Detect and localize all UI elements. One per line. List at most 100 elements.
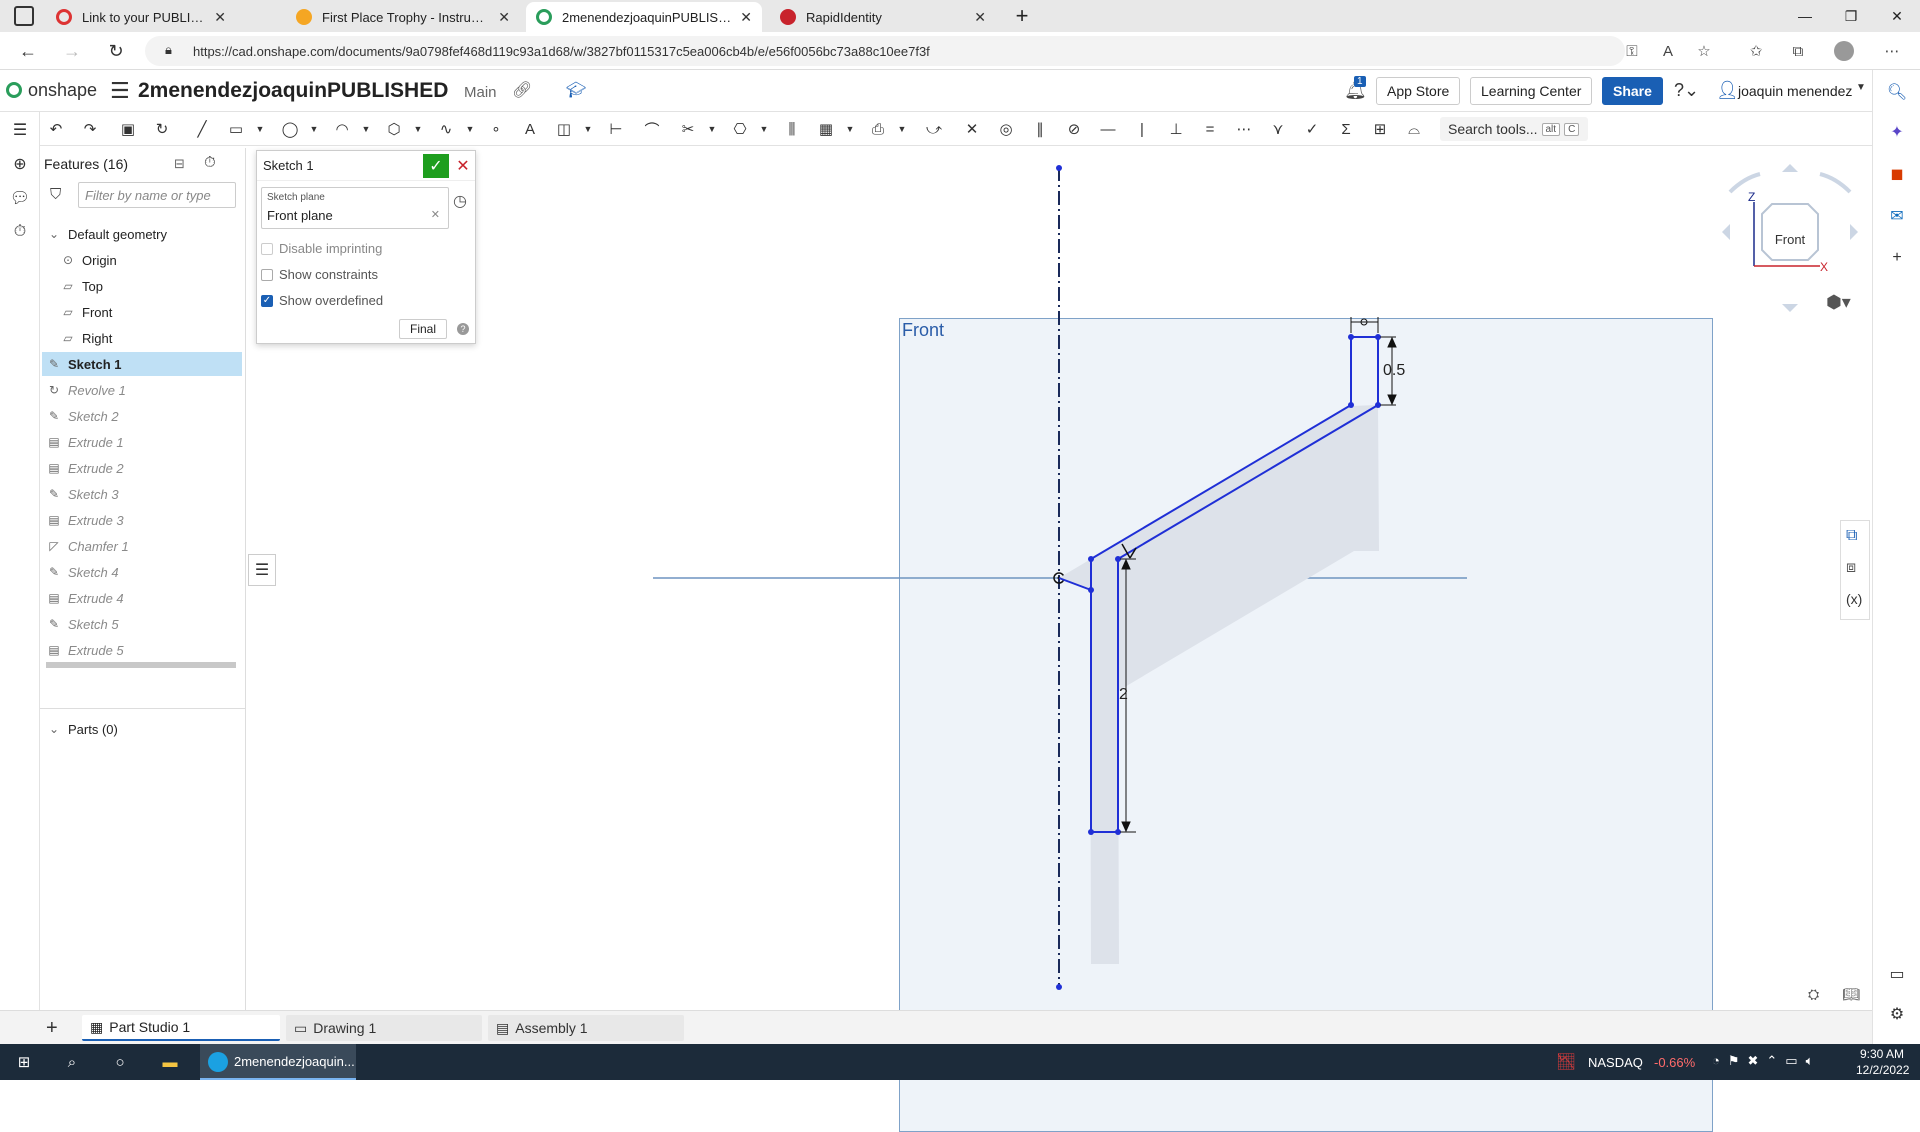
- more-menu-icon[interactable]: ⋯: [1880, 40, 1904, 62]
- pierce-constraint-icon[interactable]: ✓: [1300, 118, 1324, 140]
- user-avatar-icon[interactable]: 👤︎: [1716, 80, 1739, 101]
- sketch-profile-fill[interactable]: [1059, 405, 1379, 964]
- feature-item-sketch-5[interactable]: ✎ Sketch 5: [46, 612, 246, 636]
- branch-label[interactable]: Main: [464, 84, 497, 101]
- fillet-tool-icon[interactable]: ⌒: [640, 118, 664, 140]
- forward-icon[interactable]: →: [58, 38, 86, 64]
- panel-toggle-icon[interactable]: ☰: [248, 554, 276, 586]
- use-tool-icon[interactable]: ↻: [150, 118, 174, 140]
- construction-tool-icon[interactable]: ◫: [552, 118, 576, 140]
- timer-icon[interactable]: ⏱︎: [204, 154, 216, 171]
- dropdown-icon[interactable]: ▼: [302, 118, 326, 140]
- dropdown-icon[interactable]: ▼: [248, 118, 272, 140]
- redo-icon[interactable]: ↷: [78, 118, 102, 140]
- office-icon[interactable]: ◼: [1885, 162, 1909, 186]
- perpendicular-constraint-icon[interactable]: ⊥: [1164, 118, 1188, 140]
- user-name[interactable]: joaquin menendez: [1738, 83, 1852, 99]
- minimize-icon[interactable]: —: [1782, 0, 1828, 32]
- tab-part-studio-1[interactable]: ▦ Part Studio 1: [82, 1015, 280, 1041]
- sparkle-icon[interactable]: ✦: [1885, 120, 1909, 144]
- undo-icon[interactable]: ↶: [44, 118, 68, 140]
- new-tab-icon[interactable]: +: [1010, 3, 1034, 28]
- vertical-constraint-icon[interactable]: |: [1130, 118, 1154, 140]
- file-explorer-icon[interactable]: ▬: [156, 1050, 184, 1074]
- tab-actions-icon[interactable]: [14, 6, 34, 26]
- dimension-top-width[interactable]: [1350, 317, 1379, 333]
- midpoint-constraint-icon[interactable]: ⋯: [1232, 118, 1256, 140]
- sketch-plane-field[interactable]: Sketch plane Front plane ✕: [261, 187, 449, 229]
- checkbox-box[interactable]: [261, 242, 273, 255]
- browser-tab-2[interactable]: First Place Trophy - Instructables ✕: [286, 2, 520, 32]
- symmetric-constraint-icon[interactable]: Σ: [1334, 118, 1358, 140]
- graphics-viewport[interactable]: Front 0.5 2: [246, 146, 1872, 1132]
- add-sidebar-icon[interactable]: +: [1885, 246, 1909, 270]
- feature-item-sketch-1[interactable]: ✎ Sketch 1: [42, 352, 242, 376]
- view-cube-face-label[interactable]: Front: [1766, 232, 1814, 247]
- transform-tool-icon[interactable]: ⤻: [922, 118, 946, 140]
- tab-drawing-1[interactable]: ▭ Drawing 1: [286, 1015, 482, 1041]
- dropdown-icon[interactable]: ▼: [576, 118, 600, 140]
- profile-avatar[interactable]: [1832, 40, 1856, 62]
- hamburger-menu-icon[interactable]: ☰: [110, 78, 130, 104]
- favorites-icon[interactable]: ✩: [1744, 40, 1768, 62]
- cortana-icon[interactable]: ○: [106, 1050, 134, 1074]
- rectangle-tool-icon[interactable]: ▭: [224, 118, 248, 140]
- checkbox-box[interactable]: [261, 268, 273, 281]
- share-button[interactable]: Share: [1602, 77, 1663, 105]
- sketch-tool-icon[interactable]: ▣: [116, 118, 140, 140]
- feature-item-origin[interactable]: ⊙ Origin: [60, 248, 260, 272]
- trim-tool-icon[interactable]: ✂: [676, 118, 700, 140]
- tangent-constraint-icon[interactable]: ⊘: [1062, 118, 1086, 140]
- view-options-cube-icon[interactable]: ⬢▾: [1826, 292, 1851, 313]
- clock-date[interactable]: 12/2/2022: [1856, 1063, 1909, 1077]
- feature-list-icon[interactable]: ☰: [8, 118, 32, 142]
- variables-icon[interactable]: (x): [1846, 591, 1862, 607]
- taskbar-search-icon[interactable]: ⌕: [58, 1050, 86, 1074]
- restore-icon[interactable]: ❐: [1828, 0, 1874, 32]
- filter-input[interactable]: Filter by name or type: [78, 182, 236, 208]
- favorite-star-icon[interactable]: ☆: [1692, 40, 1716, 62]
- collections-icon[interactable]: ⧉: [1786, 40, 1810, 62]
- concentric-constraint-icon[interactable]: ◎: [994, 118, 1018, 140]
- parallel-constraint-icon[interactable]: ∥: [1028, 118, 1052, 140]
- help-icon[interactable]: ?⌄: [1674, 80, 1699, 101]
- point-tool-icon[interactable]: ∘: [484, 118, 508, 140]
- feature-item-sketch-2[interactable]: ✎ Sketch 2: [46, 404, 246, 428]
- view-cube[interactable]: Front Z X: [1720, 162, 1860, 312]
- show-constraints-checkbox[interactable]: Show constraints: [261, 267, 378, 282]
- tray-icons[interactable]: ◔⚑✖⌃▭🔈︎: [1712, 1053, 1821, 1069]
- chevron-down-icon[interactable]: ⌄: [46, 722, 62, 736]
- learning-center-button[interactable]: Learning Center: [1470, 77, 1593, 105]
- show-overdefined-checkbox[interactable]: ✓ Show overdefined: [261, 293, 383, 308]
- browser-tab-4[interactable]: RapidIdentity ✕: [770, 2, 996, 32]
- dropdown-icon[interactable]: ▼: [354, 118, 378, 140]
- add-tab-icon[interactable]: +: [46, 1017, 58, 1040]
- feature-item-extrude-1[interactable]: ▤ Extrude 1: [46, 430, 246, 454]
- dropdown-icon[interactable]: ▼: [406, 118, 430, 140]
- sidebar-toggle-icon[interactable]: ▭: [1885, 962, 1909, 986]
- outlook-icon[interactable]: ✉: [1885, 204, 1909, 228]
- document-title[interactable]: 2menendezjoaquinPUBLISHED: [138, 79, 448, 103]
- checkbox-checked-icon[interactable]: ✓: [261, 294, 273, 307]
- parts-group[interactable]: ⌄ Parts (0): [46, 717, 246, 741]
- feature-item-sketch-3[interactable]: ✎ Sketch 3: [46, 482, 246, 506]
- close-tab-icon[interactable]: ✕: [498, 9, 510, 26]
- dropdown-icon[interactable]: ▼: [838, 118, 862, 140]
- feature-item-extrude-2[interactable]: ▤ Extrude 2: [46, 456, 246, 480]
- user-menu-chevron-icon[interactable]: ▼: [1856, 82, 1866, 93]
- rollback-bar[interactable]: [46, 662, 236, 668]
- back-icon[interactable]: ←: [14, 38, 42, 64]
- learning-cap-icon[interactable]: 🎓︎: [566, 80, 586, 100]
- browser-tab-1[interactable]: Link to your PUBLISHED Instructab ✕: [46, 2, 236, 32]
- rollback-icon[interactable]: ⊟: [174, 156, 185, 172]
- feature-item-chamfer-1[interactable]: ◸ Chamfer 1: [46, 534, 246, 558]
- ticker-name[interactable]: NASDAQ: [1588, 1055, 1643, 1070]
- chevron-down-icon[interactable]: ⌄: [46, 227, 62, 241]
- fix-constraint-icon[interactable]: ⊞: [1368, 118, 1392, 140]
- close-tab-icon[interactable]: ✕: [740, 9, 752, 26]
- accept-check-icon[interactable]: ✓: [423, 154, 449, 178]
- sketch-dialog-title[interactable]: Sketch 1: [263, 158, 314, 173]
- polygon-tool-icon[interactable]: ⬡: [382, 118, 406, 140]
- offset-tool-icon[interactable]: ⎔: [728, 118, 752, 140]
- clock-time[interactable]: 9:30 AM: [1860, 1047, 1904, 1061]
